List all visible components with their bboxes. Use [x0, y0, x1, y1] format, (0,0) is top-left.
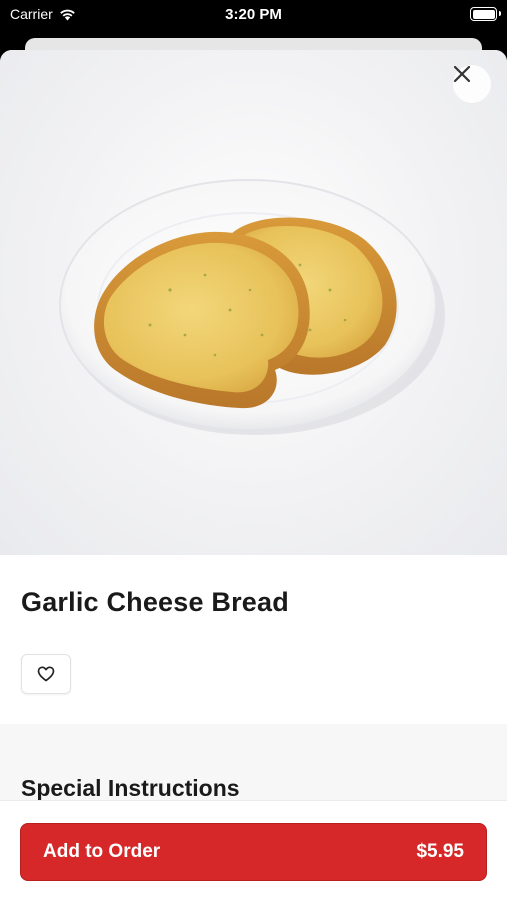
- item-title: Garlic Cheese Bread: [21, 587, 289, 617]
- close-icon: [453, 65, 471, 83]
- add-to-order-button[interactable]: Add to Order $5.95: [20, 823, 487, 881]
- add-to-order-label: Add to Order: [43, 841, 161, 862]
- status-bar: Carrier 3:20 PM: [0, 0, 507, 30]
- close-button[interactable]: [453, 65, 491, 103]
- favorite-button[interactable]: [21, 654, 71, 694]
- item-price: $5.95: [416, 841, 464, 862]
- item-image: [0, 50, 507, 555]
- heart-icon: [37, 666, 55, 682]
- order-footer: Add to Order $5.95: [0, 800, 507, 900]
- special-instructions-title: Special Instructions: [21, 775, 240, 801]
- item-detail-sheet: Garlic Cheese Bread Special Instructions…: [0, 50, 507, 900]
- garlic-bread-photo: [59, 179, 445, 435]
- battery-icon: [470, 7, 501, 21]
- status-time: 3:20 PM: [225, 6, 282, 23]
